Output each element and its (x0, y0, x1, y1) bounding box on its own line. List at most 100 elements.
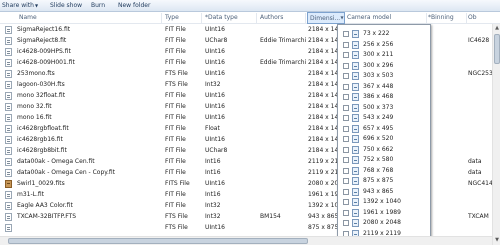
dimension-filter-option[interactable]: 657 x 495 (338, 124, 430, 134)
filter-checkbox[interactable] (343, 125, 349, 132)
file-name: ic4628-009H001.fit (17, 59, 75, 66)
column-header-authors[interactable]: Authors (260, 12, 305, 24)
file-icon (5, 147, 12, 155)
filter-checkbox[interactable] (343, 220, 349, 226)
file-data-type: Int16 (205, 158, 221, 165)
file-type: FIT File (165, 26, 186, 33)
new-folder-button[interactable]: New folder (118, 0, 150, 12)
file-data-type: UInt16 (205, 103, 225, 110)
vertical-scrollbar[interactable]: ▲ ▼ (492, 24, 500, 245)
filter-checkbox[interactable] (343, 188, 349, 195)
burn-button[interactable]: Burn (91, 0, 105, 12)
dimension-filter-option[interactable]: 1961 x 1989 (338, 208, 430, 218)
dimension-filter-option[interactable]: 300 x 296 (338, 61, 430, 71)
dimension-filter-option[interactable]: 543 x 249 (338, 113, 430, 123)
dimensions-filter-dropdown-icon[interactable]: ▼ (339, 12, 345, 24)
filter-checkbox[interactable] (343, 83, 349, 90)
file-data-type: Int32 (205, 213, 221, 220)
file-authors: Eddie Trimarchi (260, 37, 306, 44)
file-name: SigmaReject8.fit (17, 37, 67, 44)
filter-checkbox[interactable] (343, 199, 349, 205)
filter-option-label: 752 x 580 (363, 156, 394, 163)
dimension-filter-option[interactable]: 875 x 875 (338, 176, 430, 186)
stack-icon (352, 93, 359, 101)
filter-checkbox[interactable] (343, 167, 349, 174)
stack-icon (352, 145, 359, 154)
file-dimensions: 2184 x 1472 (308, 59, 338, 66)
column-header-camera-model[interactable]: Camera model (347, 12, 411, 24)
filter-checkbox[interactable] (343, 115, 349, 121)
dimension-filter-option[interactable]: 750 x 662 (338, 145, 430, 155)
file-data-type: UChar8 (205, 147, 228, 154)
column-header-binning[interactable]: *Binning (428, 12, 468, 24)
file-type: FTS File (165, 70, 188, 77)
filter-checkbox[interactable] (343, 73, 349, 79)
file-authors: BM154 (260, 213, 281, 220)
filter-option-label: 1961 x 1989 (363, 208, 401, 216)
file-icon (5, 48, 12, 56)
filter-checkbox[interactable] (343, 157, 349, 163)
slide-show-button[interactable]: Slide show (50, 0, 82, 12)
dimension-filter-option[interactable]: 768 x 768 (338, 166, 430, 176)
filter-option-label: 256 x 256 (363, 40, 394, 48)
file-name: mono 16.fit (17, 114, 52, 121)
column-header-object[interactable]: Ob (468, 12, 490, 24)
file-type: FIT File (165, 59, 186, 66)
scroll-up-arrow-icon[interactable]: ▲ (493, 24, 500, 32)
filter-option-label: 1392 x 1040 (363, 198, 401, 205)
dimension-filter-option[interactable]: 386 x 468 (338, 92, 430, 102)
column-header-type[interactable]: Type (165, 12, 200, 24)
column-divider[interactable] (426, 13, 427, 23)
file-icon (5, 136, 12, 144)
horizontal-scrollbar[interactable] (0, 236, 492, 245)
filter-checkbox[interactable] (343, 209, 349, 216)
filter-option-label: 303 x 503 (363, 72, 394, 79)
scrollbar-thumb[interactable] (494, 34, 500, 64)
file-name: Swirl1_0029.fits (17, 180, 65, 187)
scroll-down-arrow-icon[interactable]: ▼ (493, 236, 500, 244)
filter-option-label: 386 x 468 (363, 93, 394, 100)
dimension-filter-option[interactable]: 73 x 222 (338, 29, 430, 39)
column-header-name[interactable]: Name (19, 12, 159, 24)
filter-checkbox[interactable] (343, 41, 349, 48)
filter-checkbox[interactable] (343, 146, 349, 153)
file-type: FIT File (165, 37, 186, 44)
dimension-filter-option[interactable]: 303 x 503 (338, 71, 430, 81)
dimension-filter-option[interactable]: 2080 x 2048 (338, 218, 430, 228)
filter-checkbox[interactable] (343, 136, 349, 142)
file-name: m31-L.fit (17, 191, 45, 198)
dimension-filter-option[interactable]: 300 x 211 (338, 50, 430, 60)
column-divider[interactable] (466, 13, 467, 23)
filter-checkbox[interactable] (343, 52, 349, 58)
filter-option-label: 943 x 865 (363, 187, 394, 195)
file-type: FIT File (165, 125, 186, 132)
dimension-filter-option[interactable]: 696 x 520 (338, 134, 430, 144)
column-header-data-type[interactable]: *Data type (205, 12, 255, 24)
column-divider[interactable] (161, 13, 162, 23)
file-icon (5, 224, 12, 232)
file-type: FIT File (165, 169, 186, 176)
file-dimensions: 2184 x 1472 (308, 81, 338, 88)
filter-checkbox[interactable] (343, 178, 349, 184)
stack-icon (352, 72, 359, 80)
file-type: FIT File (165, 136, 186, 143)
horizontal-scrollbar-thumb[interactable] (8, 238, 308, 244)
dimension-filter-option[interactable]: 943 x 865 (338, 187, 430, 197)
column-divider[interactable] (256, 13, 257, 23)
share-with-button[interactable]: Share with▼ (2, 0, 38, 12)
column-divider[interactable] (201, 13, 202, 23)
dimension-filter-option[interactable]: 256 x 256 (338, 40, 430, 50)
dimensions-filter-menu: 73 x 222 256 x 256 300 x 211 300 x 296 303 x… (337, 24, 431, 240)
filter-checkbox[interactable] (343, 31, 349, 37)
file-icon (5, 202, 12, 210)
filter-checkbox[interactable] (343, 94, 349, 100)
dimension-filter-option[interactable]: 1392 x 1040 (338, 197, 430, 207)
dimension-filter-option[interactable]: 500 x 373 (338, 103, 430, 113)
filter-checkbox[interactable] (343, 104, 349, 111)
file-icon (5, 92, 12, 100)
dimension-filter-option[interactable]: 752 x 580 (338, 155, 430, 165)
file-data-type: UInt16 (205, 92, 225, 99)
column-divider[interactable] (305, 13, 306, 23)
dimension-filter-option[interactable]: 367 x 448 (338, 82, 430, 92)
filter-checkbox[interactable] (343, 62, 349, 69)
